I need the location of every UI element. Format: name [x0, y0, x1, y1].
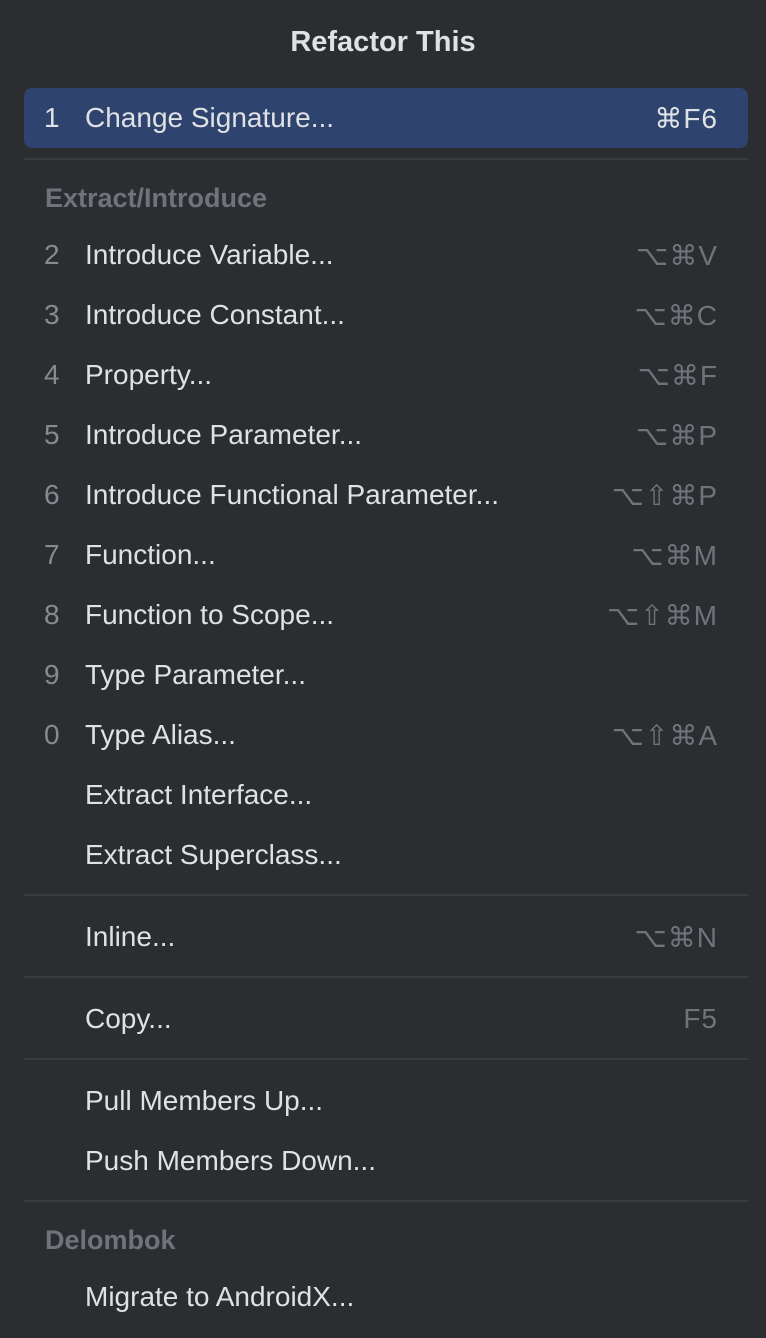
menu-item-pull-members-up[interactable]: Pull Members Up... [24, 1071, 748, 1131]
mnemonic-number: 6 [44, 479, 60, 510]
menu-item-extract-superclass[interactable]: Extract Superclass... [24, 825, 748, 885]
shortcut-label: F5 [683, 1003, 718, 1034]
menu-item-label: Pull Members Up... [85, 1085, 324, 1116]
menu-item-introduce-parameter[interactable]: 5 Introduce Parameter... ⌥⌘P [24, 405, 748, 465]
mnemonic-number: 4 [44, 359, 60, 390]
menu-item-label: Type Parameter... [85, 659, 306, 690]
separator [24, 976, 748, 978]
menu-item-label: Function... [85, 539, 216, 570]
menu-item-label: Introduce Constant... [85, 299, 345, 330]
separator [24, 1058, 748, 1060]
shortcut-label: ⌥⇧⌘M [606, 599, 718, 631]
mnemonic-number: 5 [44, 419, 60, 450]
menu-item-introduce-functional-parameter[interactable]: 6 Introduce Functional Parameter... ⌥⇧⌘P [24, 465, 748, 525]
mnemonic-number: 7 [44, 539, 60, 570]
menu-item-label: Introduce Parameter... [85, 419, 363, 450]
menu-item-extract-interface[interactable]: Extract Interface... [24, 765, 748, 825]
shortcut-label: ⌥⌘C [634, 299, 718, 331]
section-header-extract-introduce: Extract/Introduce [45, 183, 268, 213]
menu-item-introduce-variable[interactable]: 2 Introduce Variable... ⌥⌘V [24, 225, 748, 285]
menu-item-label: Function to Scope... [85, 599, 335, 630]
menu-item-property[interactable]: 4 Property... ⌥⌘F [24, 345, 748, 405]
menu-item-label: Migrate to AndroidX... [85, 1281, 355, 1312]
shortcut-label: ⌥⌘M [631, 539, 718, 571]
menu-item-type-parameter[interactable]: 9 Type Parameter... [24, 645, 748, 705]
menu-item-label: Type Alias... [85, 719, 236, 750]
mnemonic-number: 0 [44, 719, 60, 750]
menu-item-introduce-constant[interactable]: 3 Introduce Constant... ⌥⌘C [24, 285, 748, 345]
separator [24, 1200, 748, 1202]
mnemonic-number: 8 [44, 599, 60, 630]
menu-item-label: Copy... [85, 1003, 172, 1034]
menu-item-label: Change Signature... [85, 102, 335, 133]
shortcut-label: ⌥⌘N [634, 921, 718, 953]
shortcut-label: ⌥⌘F [637, 359, 718, 391]
mnemonic-number: 3 [44, 299, 60, 330]
menu-item-change-signature[interactable]: 1 Change Signature... ⌘F6 [24, 88, 748, 148]
menu-item-migrate-to-androidx[interactable]: Migrate to AndroidX... [24, 1267, 748, 1327]
menu-item-function[interactable]: 7 Function... ⌥⌘M [24, 525, 748, 585]
section-header-delombok: Delombok [45, 1225, 176, 1255]
shortcut-label: ⌥⌘P [636, 419, 718, 451]
shortcut-label: ⌥⌘V [636, 239, 718, 271]
menu-item-label: Extract Superclass... [85, 839, 342, 870]
shortcut-label: ⌘F6 [654, 102, 718, 134]
separator [24, 158, 748, 160]
menu-item-function-to-scope[interactable]: 8 Function to Scope... ⌥⇧⌘M [24, 585, 748, 645]
shortcut-label: ⌥⇧⌘A [611, 719, 718, 751]
menu-item-label: Property... [85, 359, 213, 390]
mnemonic-number: 9 [44, 659, 60, 690]
menu-item-copy[interactable]: Copy... F5 [24, 989, 748, 1049]
menu-item-type-alias[interactable]: 0 Type Alias... ⌥⇧⌘A [24, 705, 748, 765]
menu-item-label: Introduce Variable... [85, 239, 334, 270]
popup-title: Refactor This [290, 26, 476, 58]
separator [24, 894, 748, 896]
mnemonic-number: 1 [44, 102, 60, 133]
menu-item-label: Extract Interface... [85, 779, 313, 810]
menu-item-inline[interactable]: Inline... ⌥⌘N [24, 907, 748, 967]
refactor-popup: Refactor This 1 Change Signature... ⌘F6 … [0, 0, 766, 1338]
shortcut-label: ⌥⇧⌘P [611, 479, 718, 511]
menu-item-label: Push Members Down... [85, 1145, 376, 1176]
menu-item-push-members-down[interactable]: Push Members Down... [24, 1131, 748, 1191]
menu-item-label: Inline... [85, 921, 176, 952]
mnemonic-number: 2 [44, 239, 60, 270]
menu-item-label: Introduce Functional Parameter... [85, 479, 499, 510]
